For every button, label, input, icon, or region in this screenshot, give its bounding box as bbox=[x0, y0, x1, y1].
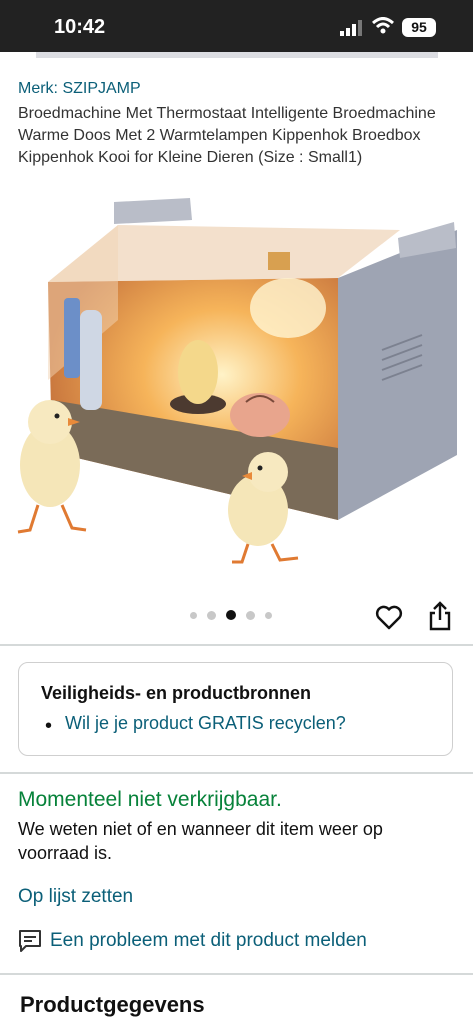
report-problem-link[interactable]: Een probleem met dit product melden bbox=[50, 930, 367, 952]
share-icon[interactable] bbox=[427, 600, 453, 632]
battery-indicator: 95 bbox=[402, 18, 436, 37]
carousel-dot[interactable] bbox=[190, 611, 197, 619]
availability-status: Momenteel niet verkrijgbaar. bbox=[18, 788, 282, 811]
carousel-dot[interactable] bbox=[246, 610, 255, 620]
status-bar: 10:42 95 bbox=[0, 0, 473, 52]
carousel-dot[interactable] bbox=[207, 610, 216, 620]
bullet-icon: • bbox=[45, 715, 53, 737]
add-to-list-link[interactable]: Op lijst zetten bbox=[18, 886, 133, 908]
safety-card-title: Veiligheids- en productbronnen bbox=[41, 683, 312, 703]
divider bbox=[0, 973, 473, 975]
previous-image-strip bbox=[36, 52, 438, 58]
divider bbox=[0, 772, 473, 774]
heart-icon[interactable] bbox=[375, 603, 403, 631]
report-chat-icon[interactable] bbox=[18, 929, 42, 953]
wifi-icon bbox=[372, 17, 394, 34]
availability-text: We weten niet of en wanneer dit item wee… bbox=[18, 819, 383, 863]
product-details-heading: Productgegevens bbox=[20, 992, 205, 1017]
brand-link[interactable]: Merk: SZIPJAMP bbox=[18, 80, 141, 98]
safety-resources-card: Veiligheids- en productbronnen • Wil je … bbox=[18, 662, 453, 756]
product-title: Broedmachine Met Thermostaat Intelligent… bbox=[18, 105, 436, 166]
recycle-link[interactable]: Wil je je product GRATIS recyclen? bbox=[65, 713, 346, 734]
carousel-dot[interactable] bbox=[265, 611, 272, 619]
image-carousel-dots[interactable] bbox=[190, 610, 272, 620]
status-time: 10:42 bbox=[54, 16, 106, 38]
product-image[interactable] bbox=[10, 190, 463, 570]
cellular-signal-icon bbox=[340, 20, 362, 36]
carousel-dot-active[interactable] bbox=[226, 610, 236, 620]
divider bbox=[0, 644, 473, 646]
